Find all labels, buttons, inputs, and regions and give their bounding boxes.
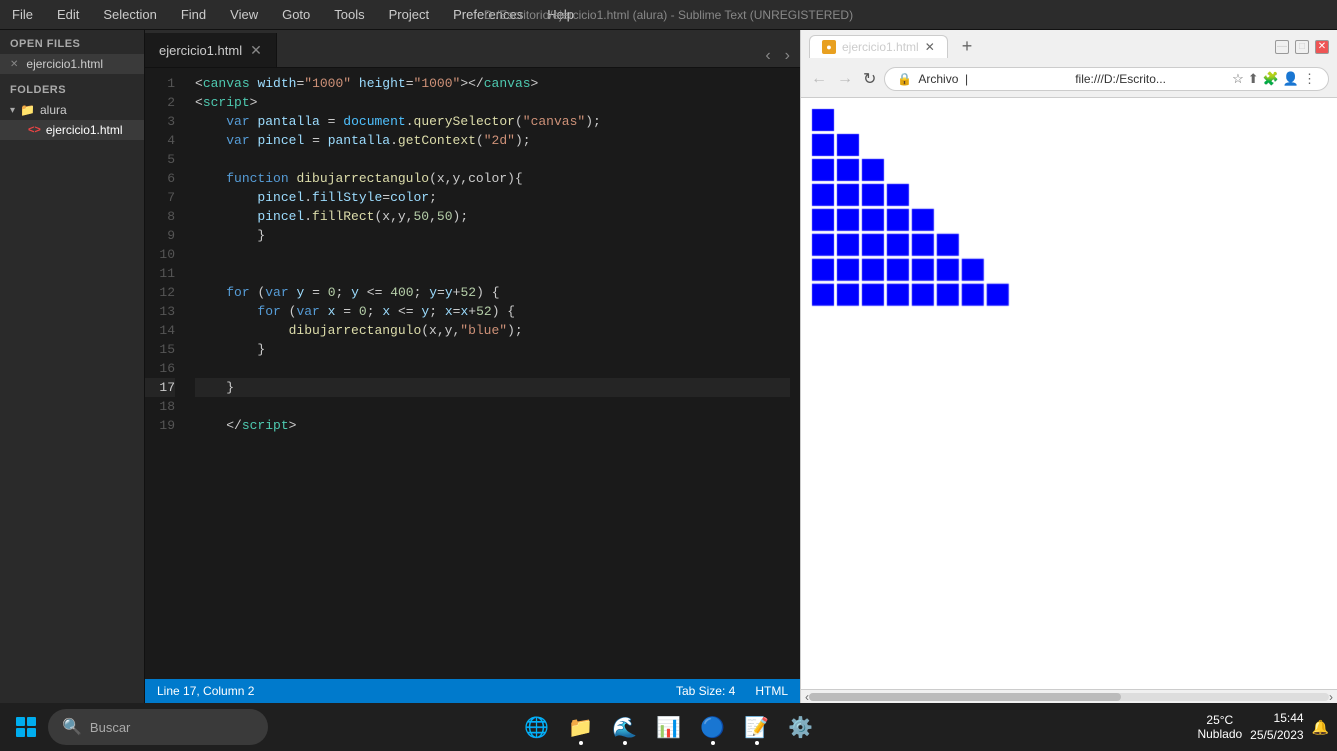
browser-restore-btn[interactable]: □ [1295,40,1309,54]
open-files-title: OPEN FILES [0,30,144,54]
back-button[interactable]: ← [809,68,829,90]
taskbar-center-icons: 🌐 📁 🌊 📊 🔵 📝 ⚙️ [517,707,821,747]
taskbar-widget-icon[interactable]: 🌐 [517,707,557,747]
browser-chrome: ● ejercicio1.html ✕ + — □ ✕ ← → ↻ 🔒 Arch [801,30,1337,98]
address-icons: ☆ ⬆ 🧩 👤 ⋮ [1232,71,1316,87]
address-url: file:///D:/Escrito... [1075,72,1226,86]
code-editor[interactable]: 12345678910111213141516171819 <canvas wi… [145,68,800,679]
taskbar-sublime-icon[interactable]: 📝 [737,707,777,747]
search-icon: 🔍 [62,717,82,737]
folder-alura[interactable]: ▾ 📁 alura [0,100,144,120]
taskbar-files-icon[interactable]: 📁 [561,707,601,747]
bookmark-icon[interactable]: ☆ [1232,71,1244,87]
menu-file[interactable]: File [8,5,37,24]
browser-close-btn[interactable]: ✕ [1315,40,1329,54]
taskbar-browser-icon[interactable]: 🌊 [605,707,645,747]
tab-next-btn[interactable]: › [781,45,794,67]
search-label: Buscar [90,720,130,735]
menu-bar: D:/Escritorio/ejercicio1.html (alura) - … [0,0,1337,30]
taskbar-icon-dot4 [755,741,759,745]
tab-close-icon[interactable]: ✕ [250,42,262,59]
menu-view[interactable]: View [226,5,262,24]
taskbar-icon-dot2 [623,741,627,745]
weather-temp: 25°C [1197,713,1242,727]
scroll-thumb [809,693,1121,701]
open-file-item[interactable]: ✕ ejercicio1.html [0,54,144,74]
status-right: Tab Size: 4 HTML [676,684,788,698]
forward-button[interactable]: → [835,68,855,90]
file-ejercicio1[interactable]: <> ejercicio1.html [0,120,144,140]
weather-widget: 25°C Nublado [1197,713,1242,741]
address-bar[interactable]: 🔒 Archivo | file:///D:/Escrito... ☆ ⬆ 🧩 … [884,67,1329,91]
preview-canvas [801,98,1337,689]
profile-icon[interactable]: 👤 [1283,71,1299,87]
lock-icon: 🔒 [897,72,912,86]
new-tab-button[interactable]: + [956,34,979,59]
taskbar-right: 25°C Nublado 15:44 25/5/2023 🔔 [1197,710,1329,744]
file-name: ejercicio1.html [46,123,123,137]
status-syntax: HTML [755,684,788,698]
taskbar: 🔍 Buscar 🌐 📁 🌊 📊 🔵 📝 ⚙️ [0,703,1337,751]
settings-icon[interactable]: ⋮ [1303,71,1316,87]
sidebar: OPEN FILES ✕ ejercicio1.html FOLDERS ▾ 📁… [0,30,145,703]
browser-panel: ● ejercicio1.html ✕ + — □ ✕ ← → ↻ 🔒 Arch [800,30,1337,703]
status-line-col: Line 17, Column 2 [157,684,254,698]
window-title: D:/Escritorio/ejercicio1.html (alura) - … [484,8,853,22]
folder-arrow-icon: ▾ [10,105,15,116]
editor-container: ejercicio1.html ✕ ‹ › 123456789101112131… [145,30,800,703]
folders-title: FOLDERS [0,74,144,100]
start-button[interactable] [8,709,44,745]
html-file-icon: <> [28,124,41,136]
clock-date: 25/5/2023 [1250,727,1303,744]
browser-tab-close[interactable]: ✕ [925,40,935,54]
browser-content [801,98,1337,689]
scroll-right-arrow[interactable]: › [1329,690,1333,704]
menu-goto[interactable]: Goto [278,5,314,24]
status-tab-size: Tab Size: 4 [676,684,735,698]
open-file-name: ejercicio1.html [26,57,103,71]
taskbar-icon-dot3 [711,741,715,745]
taskbar-powerpoint-icon[interactable]: 📊 [649,707,689,747]
weather-desc: Nublado [1197,727,1242,741]
line-numbers: 12345678910111213141516171819 [145,68,185,679]
close-file-icon[interactable]: ✕ [10,59,18,70]
extensions-icon[interactable]: 🧩 [1263,71,1279,87]
menu-find[interactable]: Find [177,5,210,24]
browser-top-bar: ● ejercicio1.html ✕ + — □ ✕ [801,30,1337,63]
windows-logo [16,717,36,737]
main-container: OPEN FILES ✕ ejercicio1.html FOLDERS ▾ 📁… [0,30,1337,703]
taskbar-extra-icon[interactable]: ⚙️ [781,707,821,747]
tab-prev-btn[interactable]: ‹ [761,45,774,67]
reload-button[interactable]: ↻ [861,67,878,91]
taskbar-clock[interactable]: 15:44 25/5/2023 [1250,710,1303,744]
tab-controls: ‹ › [761,45,800,67]
menu-selection[interactable]: Selection [99,5,160,24]
taskbar-chrome-icon[interactable]: 🔵 [693,707,733,747]
folder-name: alura [40,103,67,117]
menu-edit[interactable]: Edit [53,5,83,24]
taskbar-icon-dot [579,741,583,745]
notification-icon[interactable]: 🔔 [1312,719,1329,736]
tab-filename: ejercicio1.html [159,43,242,58]
editor-tab[interactable]: ejercicio1.html ✕ [145,33,277,67]
share-icon[interactable]: ⬆ [1248,71,1259,87]
status-bar: Line 17, Column 2 Tab Size: 4 HTML [145,679,800,703]
clock-time: 15:44 [1250,710,1303,727]
menu-tools[interactable]: Tools [330,5,368,24]
browser-tab-icon: ● [822,40,836,54]
tab-bar: ejercicio1.html ✕ ‹ › [145,30,800,68]
address-text: Archivo | [918,72,1069,86]
browser-scroll-bottom: ‹ › [801,689,1337,703]
menu-project[interactable]: Project [385,5,433,24]
address-bar-row: ← → ↻ 🔒 Archivo | file:///D:/Escrito... … [801,63,1337,97]
scroll-track[interactable] [809,693,1329,701]
browser-tab-title: ejercicio1.html [842,40,919,54]
browser-tab[interactable]: ● ejercicio1.html ✕ [809,35,948,58]
taskbar-search[interactable]: 🔍 Buscar [48,709,268,745]
code-content[interactable]: <canvas width="1000" height="1000"></can… [185,68,800,679]
browser-minimize-btn[interactable]: — [1275,40,1289,54]
